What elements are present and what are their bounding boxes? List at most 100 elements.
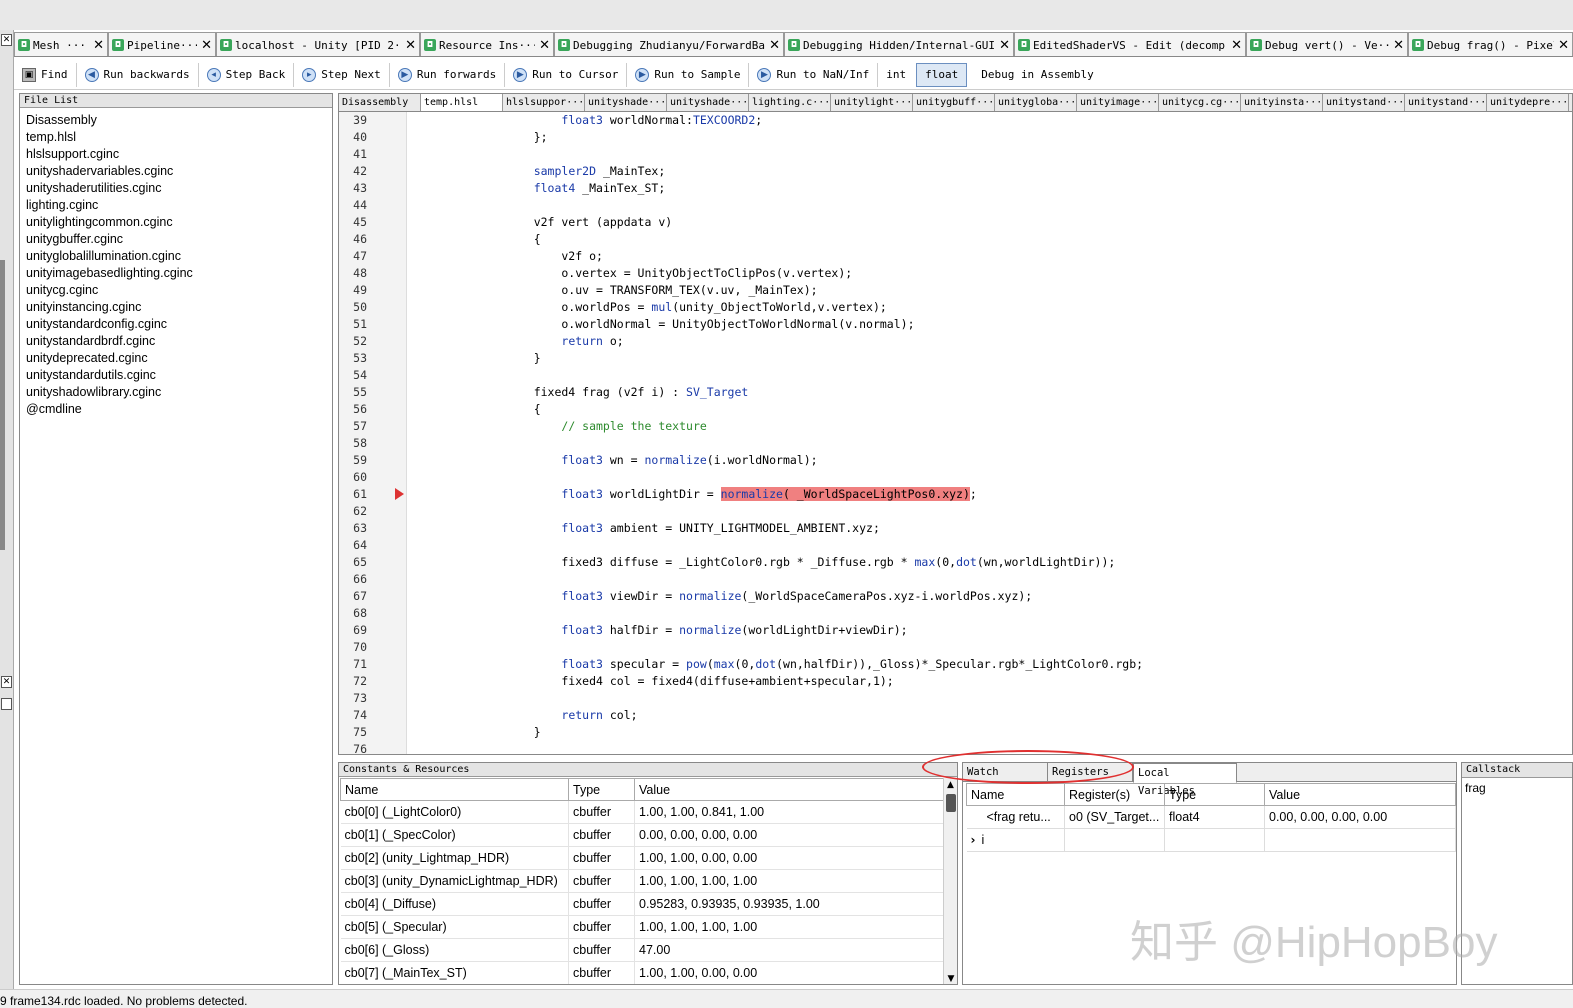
file-tab[interactable]: unitylight··· xyxy=(831,94,913,111)
code-line[interactable]: 42 sampler2D _MainTex; xyxy=(339,163,1572,180)
code-view[interactable]: 39 float3 worldNormal:TEXCOORD2; 40 }; 41 4… xyxy=(339,112,1572,754)
table-row[interactable]: cb0[3] (unity_DynamicLightmap_HDR) cbuffe… xyxy=(340,869,944,893)
code-line[interactable]: 49 o.uv = TRANSFORM_TEX(v.uv, _MainTex); xyxy=(339,282,1572,299)
file-tab[interactable]: unitystand··· xyxy=(1405,94,1487,111)
table-row[interactable]: cb0[0] (_LightColor0) cbuffer 1.00, 1.00, … xyxy=(340,800,944,824)
file-list-item[interactable]: unitystandardutils.cginc xyxy=(26,367,332,384)
run-to-sample-button[interactable]: ▶ Run to Sample xyxy=(627,62,750,87)
step-next-button[interactable]: ▸ Step Next xyxy=(294,62,390,87)
column-header-type[interactable]: Type xyxy=(1164,783,1265,806)
file-tab[interactable]: unitygloba··· xyxy=(995,94,1077,111)
table-row[interactable]: cb0[2] (unity_Lightmap_HDR) cbuffer 1.00, … xyxy=(340,846,944,870)
file-tab[interactable]: unityimage··· xyxy=(1077,94,1159,111)
code-line[interactable]: 66 xyxy=(339,571,1572,588)
constants-scrollbar[interactable]: ▲ ▼ xyxy=(943,778,957,984)
code-line[interactable]: 52 return o; xyxy=(339,333,1572,350)
table-row[interactable]: <frag retu... o0 (SV_Target... float4 0.… xyxy=(966,805,1456,829)
file-list-item[interactable]: unitygbuffer.cginc xyxy=(26,231,332,248)
close-icon[interactable]: ✕ xyxy=(1231,38,1242,53)
code-line[interactable]: 74 return col; xyxy=(339,707,1572,724)
close-icon[interactable]: ✕ xyxy=(201,38,212,53)
file-list-item[interactable]: unitystandardconfig.cginc xyxy=(26,316,332,333)
code-line[interactable]: 63 float3 ambient = UNITY_LIGHTMODEL_AMB… xyxy=(339,520,1572,537)
code-line[interactable]: 70 xyxy=(339,639,1572,656)
file-list-item[interactable]: unitycg.cginc xyxy=(26,282,332,299)
file-list-item[interactable]: temp.hlsl xyxy=(26,129,332,146)
column-header-name[interactable]: Name xyxy=(340,778,569,801)
file-list-item[interactable]: Disassembly xyxy=(26,112,332,129)
window-tab[interactable]: ◘ Pipeline··· ✕ xyxy=(108,32,216,56)
code-line[interactable]: 56 { xyxy=(339,401,1572,418)
scroll-thumb[interactable] xyxy=(946,794,956,812)
code-line[interactable]: 69 float3 halfDir = normalize(worldLight… xyxy=(339,622,1572,639)
run-backwards-button[interactable]: ◀ Run backwards xyxy=(77,62,199,87)
code-line[interactable]: 62 xyxy=(339,503,1572,520)
int-toggle[interactable]: int xyxy=(878,63,914,87)
float-toggle[interactable]: float xyxy=(916,62,968,87)
close-icon[interactable]: ✕ xyxy=(93,38,104,53)
code-line[interactable]: 57 // sample the texture xyxy=(339,418,1572,435)
code-line[interactable]: 61 float3 worldLightDir = normalize( _Wo… xyxy=(339,486,1572,503)
window-tab[interactable]: ◘Debug frag() - Pixel 9··· ✕ xyxy=(1408,32,1573,56)
code-line[interactable]: 48 o.vertex = UnityObjectToClipPos(v.ver… xyxy=(339,265,1572,282)
code-line[interactable]: 59 float3 wn = normalize(i.worldNormal); xyxy=(339,452,1572,469)
window-tab[interactable]: ◘ EditedShaderVS - Edit (decomp··· ✕ xyxy=(1014,32,1246,56)
file-list-item[interactable]: unitydeprecated.cginc xyxy=(26,350,332,367)
dock-close-icon[interactable]: ✕ xyxy=(1,34,12,46)
file-list-item[interactable]: lighting.cginc xyxy=(26,197,332,214)
file-list-item[interactable]: unityshadowlibrary.cginc xyxy=(26,384,332,401)
expand-chevron-icon[interactable]: › xyxy=(971,833,976,847)
file-tab[interactable]: unityinsta··· xyxy=(1241,94,1323,111)
code-line[interactable]: 40 }; xyxy=(339,129,1572,146)
window-tab[interactable]: ◘ Debugging Zhudianyu/ForwardBa··· ✕ xyxy=(554,32,784,56)
window-tab[interactable]: ◘ Mesh ··· ✕ xyxy=(14,32,108,56)
file-tab[interactable]: Disassembly xyxy=(339,94,421,111)
code-line[interactable]: 75 } xyxy=(339,724,1572,741)
window-tab[interactable]: ◘ Debug vert() - Ve··· ✕ xyxy=(1246,32,1408,56)
file-list-item[interactable]: unityinstancing.cginc xyxy=(26,299,332,316)
code-line[interactable]: 72 fixed4 col = fixed4(diffuse+ambient+s… xyxy=(339,673,1572,690)
code-line[interactable]: 51 o.worldNormal = UnityObjectToWorldNor… xyxy=(339,316,1572,333)
debug-in-assembly-button[interactable]: Debug in Assembly xyxy=(973,63,1102,87)
code-line[interactable]: 64 xyxy=(339,537,1572,554)
scroll-up-icon[interactable]: ▲ xyxy=(944,778,957,792)
close-icon[interactable]: ✕ xyxy=(405,38,416,53)
file-tab[interactable]: temp.hlsl xyxy=(421,94,503,111)
file-tab[interactable]: lighting.c··· xyxy=(749,94,831,111)
file-list-item[interactable]: unityimagebasedlighting.cginc xyxy=(26,265,332,282)
step-back-button[interactable]: ◂ Step Back xyxy=(199,62,295,87)
code-line[interactable]: 43 float4 _MainTex_ST; xyxy=(339,180,1572,197)
code-line[interactable]: 41 xyxy=(339,146,1572,163)
file-tab[interactable]: unitystand··· xyxy=(1323,94,1405,111)
column-header-value[interactable]: Value xyxy=(634,778,944,801)
callstack-item[interactable]: frag xyxy=(1462,778,1572,798)
code-line[interactable]: 60 xyxy=(339,469,1572,486)
code-line[interactable]: 71 float3 specular = pow(max(0,dot(wn,ha… xyxy=(339,656,1572,673)
code-line[interactable]: 65 fixed3 diffuse = _LightColor0.rgb * _… xyxy=(339,554,1572,571)
code-line[interactable]: 54 xyxy=(339,367,1572,384)
file-list-item[interactable]: hlslsupport.cginc xyxy=(26,146,332,163)
file-tab[interactable]: unityshade··· xyxy=(667,94,749,111)
file-list-item[interactable]: unityshadervariables.cginc xyxy=(26,163,332,180)
code-line[interactable]: 55 fixed4 frag (v2f i) : SV_Target xyxy=(339,384,1572,401)
close-icon[interactable]: ✕ xyxy=(999,38,1010,53)
close-icon[interactable]: ✕ xyxy=(1558,38,1569,53)
file-tab[interactable]: unitycg.cg··· xyxy=(1159,94,1241,111)
window-tab[interactable]: ◘ Debugging Hidden/Internal-GUI··· ✕ xyxy=(784,32,1014,56)
file-list-item[interactable]: unityglobalillumination.cginc xyxy=(26,248,332,265)
column-header-name[interactable]: Name xyxy=(966,783,1065,806)
close-icon[interactable]: ✕ xyxy=(539,38,550,53)
file-tab[interactable]: hlslsuppor··· xyxy=(503,94,585,111)
file-tab[interactable]: unityshade··· xyxy=(585,94,667,111)
code-line[interactable]: 76 xyxy=(339,741,1572,754)
code-line[interactable]: 67 float3 viewDir = normalize(_WorldSpac… xyxy=(339,588,1572,605)
code-line[interactable]: 73 xyxy=(339,690,1572,707)
table-row[interactable]: › i xyxy=(966,828,1456,852)
tab-local-variables[interactable]: Local Variables xyxy=(1133,763,1237,797)
left-splitter[interactable] xyxy=(0,260,5,550)
table-row[interactable]: cb0[4] (_Diffuse) cbuffer 0.95283, 0.93935… xyxy=(340,892,944,916)
dock-close-icon[interactable]: ✕ xyxy=(1,676,12,688)
dock-pin-icon[interactable] xyxy=(1,698,12,710)
code-line[interactable]: 47 v2f o; xyxy=(339,248,1572,265)
tab-registers[interactable]: Registers xyxy=(1048,763,1133,782)
